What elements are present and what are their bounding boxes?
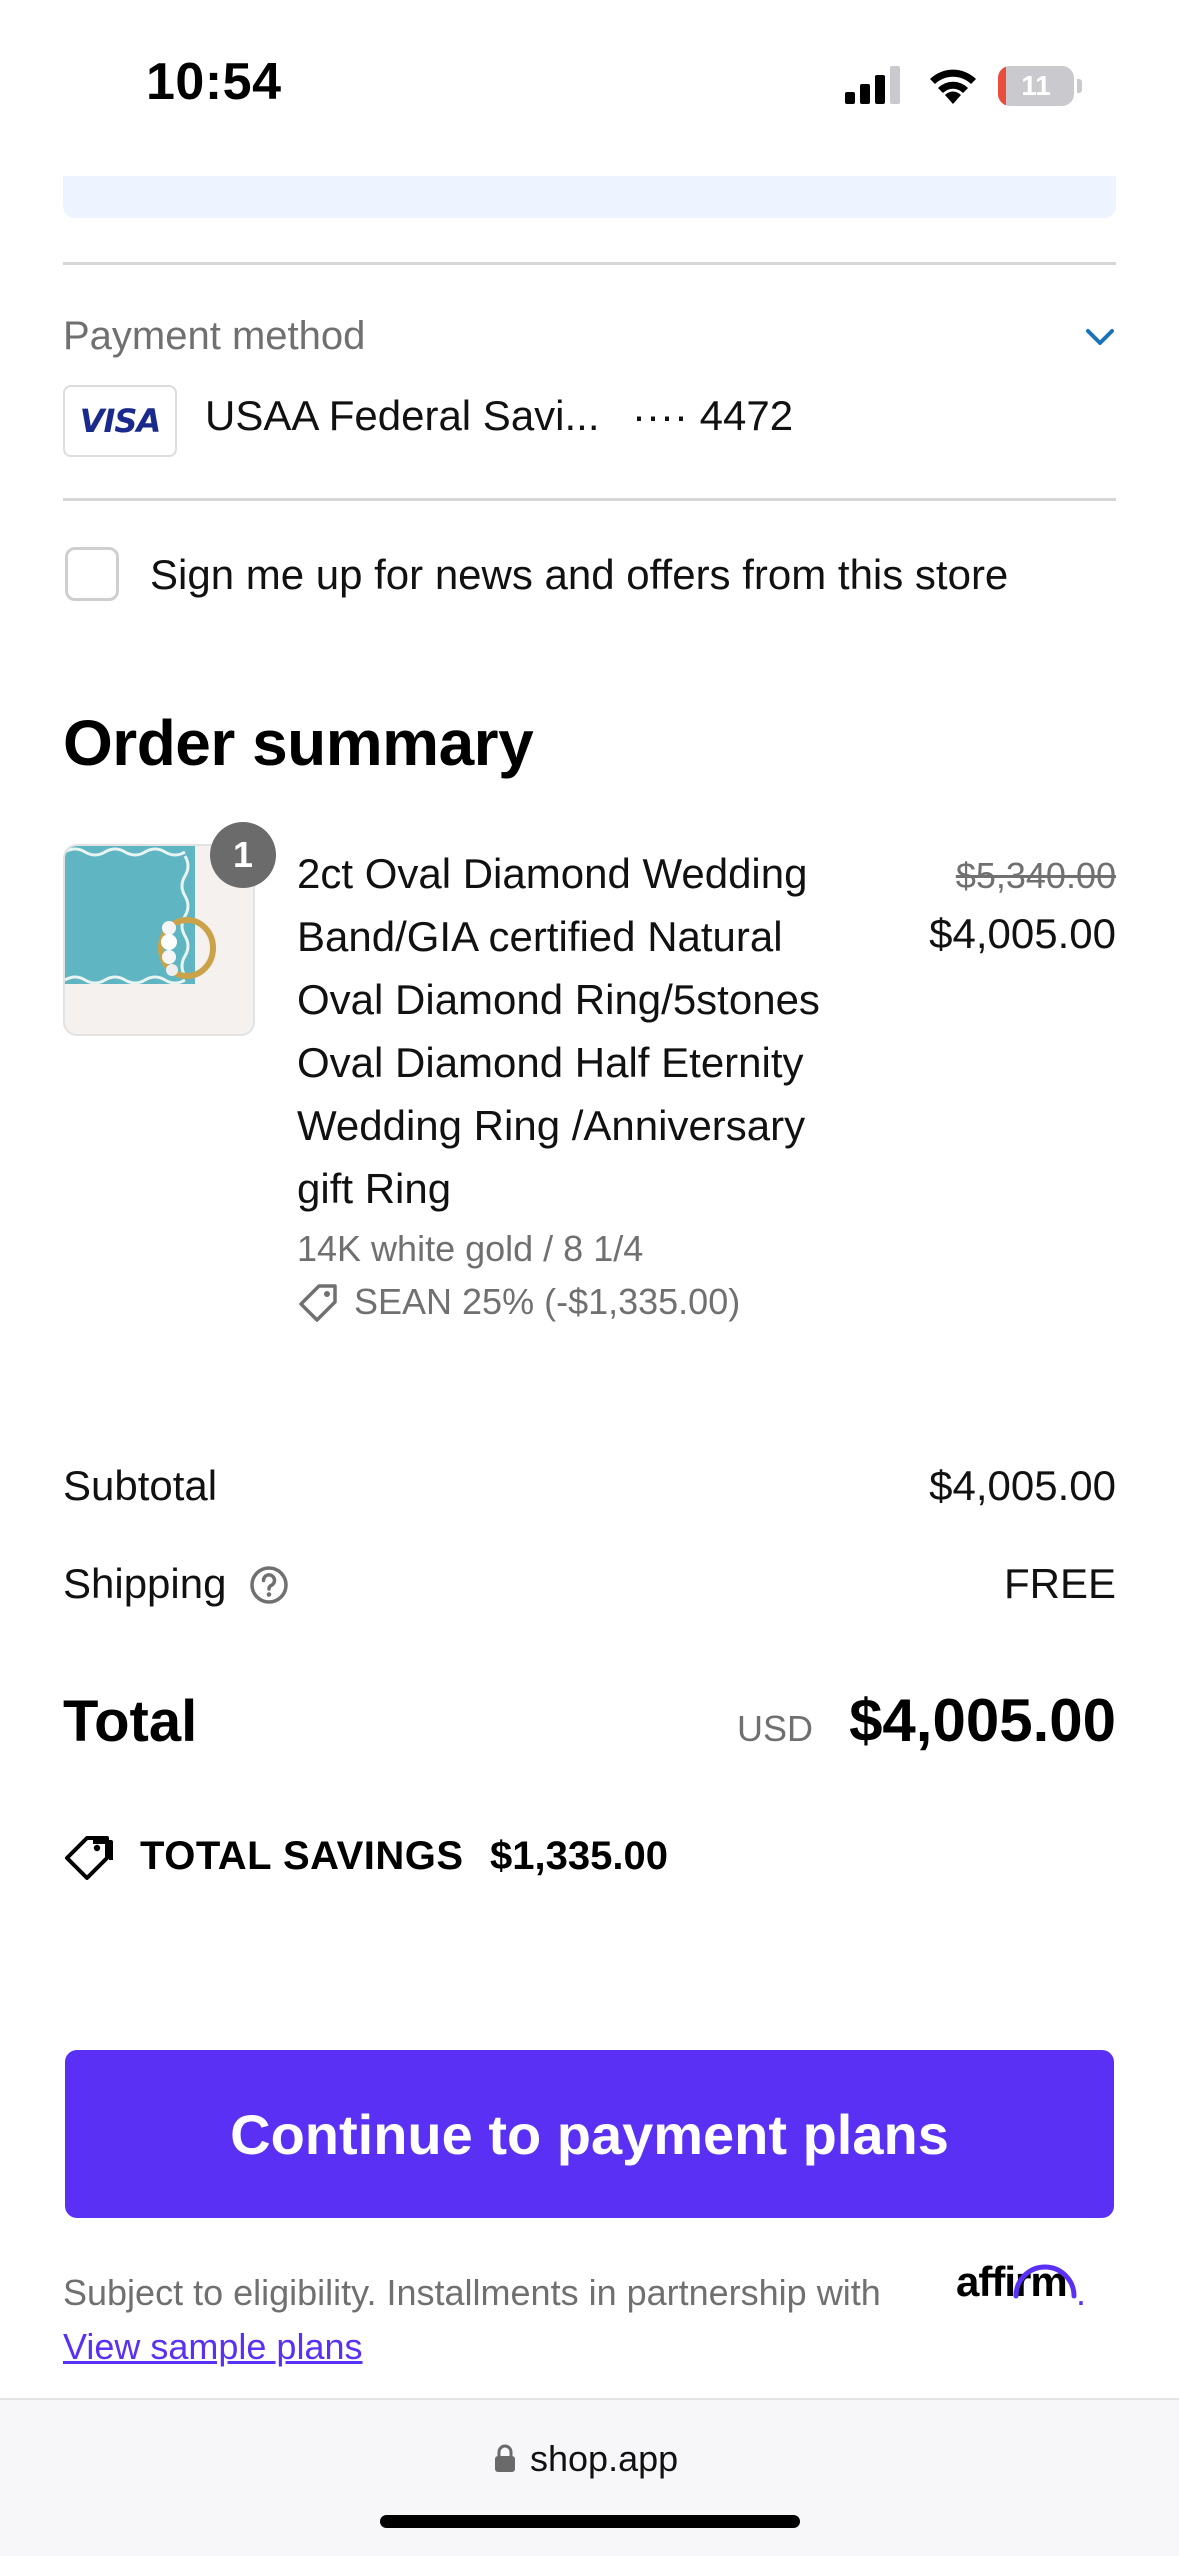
subtotal-label: Subtotal: [63, 1462, 218, 1509]
info-banner: [63, 176, 1116, 218]
divider: [63, 262, 1116, 265]
help-icon[interactable]: [248, 1564, 290, 1606]
url-text[interactable]: shop.app: [530, 2438, 678, 2480]
savings-tag-icon: [65, 1836, 113, 1880]
quantity-badge: 1: [210, 822, 276, 888]
chevron-down-icon[interactable]: [1084, 326, 1116, 348]
order-summary-title: Order summary: [63, 707, 534, 779]
cellular-signal-icon: [845, 66, 900, 104]
view-sample-plans-link[interactable]: View sample plans: [63, 2326, 363, 2368]
subtotal-value: $4,005.00: [929, 1462, 1116, 1509]
affirm-arc-icon: [1013, 2264, 1077, 2299]
newsletter-checkbox[interactable]: [65, 547, 119, 601]
divider: [63, 498, 1116, 501]
item-price: $4,005.00: [929, 910, 1116, 957]
newsletter-label[interactable]: Sign me up for news and offers from this…: [150, 551, 1008, 599]
shipping-label: Shipping: [63, 1560, 227, 1607]
total-savings-value: $1,335.00: [490, 1834, 668, 1878]
total-savings-label: TOTAL SAVINGS: [140, 1834, 464, 1878]
payment-method-label: Payment method: [63, 314, 366, 358]
total-label: Total: [63, 1689, 198, 1754]
total-value: $4,005.00: [849, 1687, 1116, 1754]
battery-level: 11: [1021, 70, 1051, 101]
battery-icon: 11: [998, 66, 1082, 106]
home-indicator[interactable]: [380, 2515, 800, 2528]
continue-to-payment-plans-button[interactable]: Continue to payment plans: [65, 2050, 1114, 2218]
product-variant: 14K white gold / 8 1/4: [297, 1228, 644, 1269]
product-discount: SEAN 25% (-$1,335.00): [354, 1281, 741, 1322]
eligibility-text: Subject to eligibility. Installments in …: [63, 2272, 881, 2313]
lock-icon: [495, 2444, 515, 2472]
shipping-value: FREE: [1003, 1560, 1116, 1607]
payment-bank-name[interactable]: USAA Federal Savi...: [205, 392, 600, 440]
original-price: $5,340.00: [955, 855, 1116, 896]
wifi-icon: [930, 69, 976, 104]
visa-card-icon: VISA: [63, 385, 177, 457]
total-currency: USD: [737, 1708, 814, 1749]
product-name: 2ct Oval Diamond Wedding Band/GIA certif…: [297, 850, 820, 1212]
status-time: 10:54: [146, 53, 282, 111]
discount-tag-icon: [299, 1284, 337, 1322]
payment-card-last4: ···· 4472: [632, 392, 794, 439]
eligibility-period: .: [1076, 2272, 1087, 2313]
